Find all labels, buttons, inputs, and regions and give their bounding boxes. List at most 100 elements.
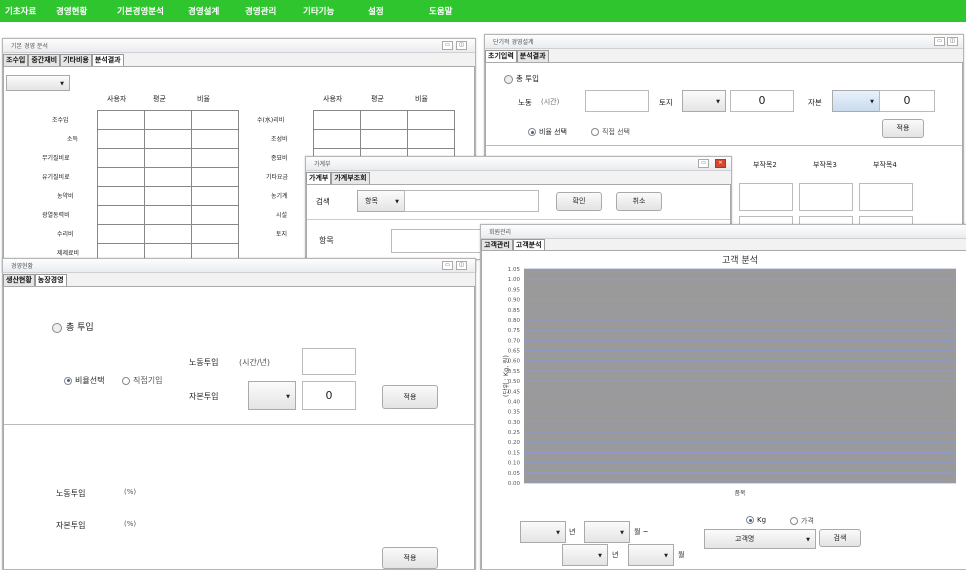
restore-icon[interactable]: ◫ — [947, 37, 958, 46]
item-input[interactable] — [391, 229, 483, 253]
radio-ratio-select[interactable]: 비율 선택 — [528, 127, 567, 137]
tab-gross-income[interactable]: 조수입 — [3, 54, 29, 66]
labor-unit-label: (시간/년) — [239, 358, 271, 367]
short-design-titlebar: 단기적 경영설계 ▭ ◫ — [485, 35, 963, 49]
capital-value-input[interactable]: 0 — [879, 90, 935, 112]
chart-title: 고객 분석 — [722, 255, 758, 266]
y-tick-label: 0.40 — [508, 399, 521, 405]
tab-intermediate-cost[interactable]: 중간재비 — [28, 54, 61, 66]
y-tick-label: 0.95 — [508, 287, 521, 293]
subcrop-cell[interactable] — [739, 183, 793, 211]
row-label: 무기질비료 — [42, 155, 70, 162]
chart-plot-area — [524, 269, 956, 483]
search-button[interactable]: 검색 — [819, 529, 861, 547]
labor-hours-input[interactable] — [585, 90, 649, 112]
customer-name-combo[interactable]: 고객명 ▼ — [704, 529, 816, 549]
tab-ledger[interactable]: 가계부 — [306, 172, 332, 184]
apply-button-2[interactable]: 적용 — [382, 547, 438, 569]
menu-management-status[interactable]: 경영현황 — [56, 5, 87, 17]
short-design-title: 단기적 경영설계 — [493, 39, 534, 46]
analysis-tabs: 조수입 중간재비 기타비용 분석결과 — [3, 54, 124, 66]
y-axis-label: (단위 : Kg, 원) — [501, 355, 510, 397]
start-year-label: 년 — [569, 528, 576, 536]
radio-selected-icon — [64, 376, 72, 385]
capital-pct-unit: (%) — [124, 520, 137, 528]
y-tick-label: 1.05 — [508, 267, 521, 273]
x-axis-label: 품목 — [734, 490, 746, 497]
y-tick-label: 0.70 — [508, 338, 521, 344]
end-year-combo[interactable]: ▼ — [562, 544, 608, 566]
row-label: 제제료비 — [57, 250, 80, 257]
tab-ledger-lookup[interactable]: 가계부조회 — [331, 172, 370, 184]
tab-analysis-result[interactable]: 분석결과 — [91, 54, 124, 66]
row-label: 조성비 — [271, 136, 288, 143]
y-tick-label: 0.90 — [508, 298, 521, 304]
search-label: 검색 — [316, 197, 330, 206]
radio-direct-entry[interactable]: 직접기입 — [122, 375, 162, 386]
end-month-combo[interactable]: ▼ — [628, 544, 674, 566]
tab-farm-management[interactable]: 농장경영 — [34, 274, 67, 286]
subcrop-cell[interactable] — [859, 183, 913, 211]
menu-basic-analysis[interactable]: 기본경영분석 — [117, 5, 164, 17]
status-panel: 총 투입 노동투입 (시간/년) 비율선택 직접기입 자본투입 ▼ 0 적용 노… — [3, 286, 475, 569]
tab-other-cost[interactable]: 기타비용 — [60, 54, 92, 66]
land-combo[interactable]: ▼ — [682, 90, 726, 112]
chevron-down-icon: ▼ — [716, 99, 720, 105]
subcrop-cell[interactable] — [799, 183, 853, 211]
radio-price[interactable]: 가격 — [790, 516, 814, 526]
apply-button[interactable]: 적용 — [882, 119, 924, 138]
search-input[interactable] — [404, 190, 539, 212]
tab-analysis-result[interactable]: 분석결과 — [516, 50, 549, 62]
chevron-down-icon: ▼ — [620, 530, 624, 536]
y-tick-label: 0.05 — [508, 471, 521, 477]
minimize-icon[interactable]: ▭ — [442, 261, 453, 270]
y-tick-label: 0.30 — [508, 420, 521, 426]
capital-combo[interactable]: ▼ — [248, 381, 296, 410]
radio-ratio-select[interactable]: 비율선택 — [64, 375, 104, 386]
total-input-icon — [52, 322, 62, 333]
labor-hours-input[interactable] — [302, 348, 356, 375]
apply-button[interactable]: 적용 — [382, 385, 438, 409]
menu-management-admin[interactable]: 경영관리 — [245, 5, 276, 17]
menu-settings[interactable]: 설정 — [368, 5, 384, 17]
capital-combo[interactable]: ▼ — [832, 90, 880, 112]
analysis-select-combo[interactable]: ▼ — [6, 75, 70, 91]
start-year-combo[interactable]: ▼ — [520, 521, 566, 543]
search-field-combo[interactable]: 항목 ▼ — [357, 190, 405, 212]
radio-empty-icon — [122, 376, 130, 385]
capital-value-input[interactable]: 0 — [302, 381, 356, 410]
total-input-icon — [504, 74, 513, 84]
restore-icon[interactable]: ◫ — [456, 41, 467, 50]
short-design-tabs: 초기입력 분석결과 — [485, 50, 549, 62]
cancel-button[interactable]: 취소 — [616, 192, 662, 211]
divider — [4, 424, 474, 425]
col-header-subcrop3: 부작목3 — [813, 161, 837, 169]
chevron-down-icon: ▼ — [598, 553, 602, 559]
start-month-combo[interactable]: ▼ — [584, 521, 630, 543]
close-icon[interactable]: ✕ — [715, 159, 726, 168]
col-header-subcrop2: 부작목2 — [753, 161, 777, 169]
menu-basic-data[interactable]: 기초자료 — [5, 5, 36, 17]
left-result-grid — [97, 110, 239, 263]
minimize-icon[interactable]: ▭ — [442, 41, 453, 50]
col-header-average-right: 평균 — [371, 95, 384, 103]
restore-icon[interactable]: ◫ — [456, 261, 467, 270]
radio-kg[interactable]: Kg — [746, 516, 766, 524]
tab-initial-input[interactable]: 초기입력 — [485, 50, 517, 62]
menu-other-functions[interactable]: 기타기능 — [303, 5, 334, 17]
col-header-user: 사용자 — [107, 95, 127, 103]
y-tick-label: 0.10 — [508, 461, 521, 467]
analysis-window-title: 기본 경영 분석 — [11, 43, 48, 50]
land-value-input[interactable]: 0 — [730, 90, 794, 112]
labor-pct-label: 노동투입 — [56, 489, 86, 498]
menu-management-design[interactable]: 경영설계 — [188, 5, 219, 17]
radio-direct-select[interactable]: 직접 선택 — [591, 127, 630, 137]
minimize-icon[interactable]: ▭ — [934, 37, 945, 46]
minimize-icon[interactable]: ▭ — [698, 159, 709, 168]
row-label: 농약비 — [57, 193, 74, 200]
radio-empty-icon — [591, 128, 599, 136]
divider — [307, 219, 730, 220]
confirm-button[interactable]: 확인 — [556, 192, 602, 211]
menu-help[interactable]: 도움말 — [429, 5, 452, 17]
tab-production-status[interactable]: 생산현황 — [3, 274, 35, 286]
